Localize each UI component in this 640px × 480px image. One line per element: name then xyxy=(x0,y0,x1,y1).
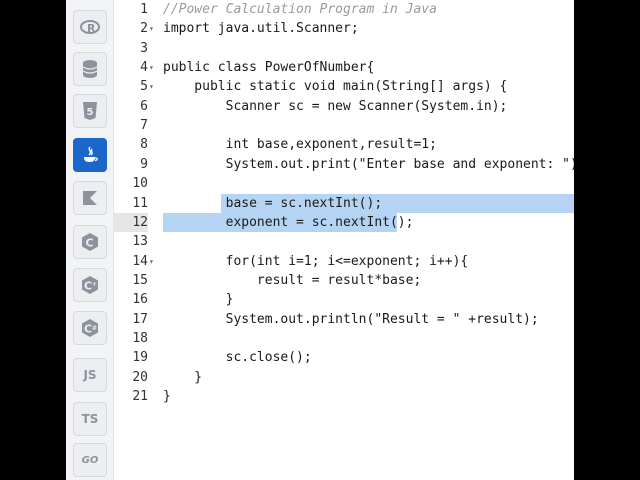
code-text: public class PowerOfNumber{ xyxy=(163,60,375,76)
code-text: int base,exponent,result=1; xyxy=(163,137,437,153)
code-text: result = result*base; xyxy=(163,272,422,288)
line-number: 9 xyxy=(140,156,148,172)
code-text: System.out.print("Enter base and exponen… xyxy=(163,156,574,172)
fold-toggle-icon[interactable]: ▾ xyxy=(149,19,159,38)
code-line[interactable]: 1 //Power Calculation Program in Java xyxy=(114,0,574,19)
code-text: base = sc.nextInt(); xyxy=(163,195,383,211)
c-icon[interactable]: C xyxy=(73,225,107,259)
go-label: GO xyxy=(81,454,99,466)
code-line[interactable]: 2 ▾ import java.util.Scanner; xyxy=(114,19,574,38)
line-number: 15 xyxy=(132,272,148,288)
go-icon[interactable]: GO xyxy=(73,443,107,477)
code-line[interactable]: 15 result = result*base; xyxy=(114,271,574,290)
database-icon[interactable] xyxy=(73,52,107,86)
code-text: import java.util.Scanner; xyxy=(163,21,359,37)
fold-toggle-icon[interactable]: ▾ xyxy=(149,77,159,96)
r-icon[interactable]: R xyxy=(73,10,107,44)
code-text: for(int i=1; i<=exponent; i++){ xyxy=(163,253,469,269)
line-number: 18 xyxy=(132,330,148,346)
svg-text:C: C xyxy=(84,323,92,336)
language-sidebar: R 5 C C + C # JS TS GO xyxy=(66,0,114,480)
line-number: 3 xyxy=(140,40,148,56)
line-number: 12 xyxy=(114,212,148,232)
code-line[interactable]: 13 xyxy=(114,232,574,251)
code-line[interactable]: 10 xyxy=(114,174,574,193)
line-number: 2 xyxy=(140,21,148,37)
code-line[interactable]: 17 System.out.println("Result = " +resul… xyxy=(114,310,574,329)
code-line[interactable]: 19 sc.close(); xyxy=(114,348,574,367)
code-editor[interactable]: 1//Power Calculation Program in Java 2 ▾ im… xyxy=(114,0,574,480)
app-frame: R 5 C C + C # JS TS GO 1//Power Calculatio… xyxy=(66,0,574,480)
line-number: 14 xyxy=(132,253,148,269)
fold-toggle-icon[interactable]: ▾ xyxy=(149,252,159,271)
java-icon[interactable] xyxy=(73,138,107,172)
csharp-icon[interactable]: C # xyxy=(73,311,107,345)
line-number: 20 xyxy=(132,369,148,385)
line-number: 21 xyxy=(132,389,148,404)
svg-text:C: C xyxy=(86,237,94,250)
code-text: //Power Calculation Program in Java xyxy=(163,2,437,17)
code-text: } xyxy=(163,389,171,404)
code-text: exponent = sc.nextInt(); xyxy=(163,214,414,230)
code-text: } xyxy=(163,292,234,308)
code-line[interactable]: 12 exponent = sc.nextInt(); xyxy=(114,212,574,232)
code-text: System.out.println("Result = " +result); xyxy=(163,311,539,327)
code-line[interactable]: 6 Scanner sc = new Scanner(System.in); xyxy=(114,97,574,116)
ts-icon[interactable]: TS xyxy=(73,402,107,436)
code-line[interactable]: 5 ▾ public static void main(String[] args… xyxy=(114,77,574,96)
svg-text:+: + xyxy=(92,281,97,288)
svg-text:#: # xyxy=(92,325,97,332)
code-text: public static void main(String[] args) { xyxy=(163,79,508,95)
code-text: sc.close(); xyxy=(163,350,312,366)
line-number: 10 xyxy=(132,176,148,192)
line-number: 1 xyxy=(140,2,148,17)
code-line[interactable]: 9 System.out.print("Enter base and expon… xyxy=(114,155,574,174)
code-line[interactable]: 21} xyxy=(114,387,574,406)
code-line[interactable]: 20 } xyxy=(114,368,574,387)
cpp-icon[interactable]: C + xyxy=(73,268,107,302)
line-number: 11 xyxy=(132,195,148,211)
line-number: 5 xyxy=(140,79,148,95)
svg-text:R: R xyxy=(87,22,96,35)
code-line[interactable]: 7 xyxy=(114,116,574,135)
kotlin-icon[interactable] xyxy=(73,181,107,215)
code-line[interactable]: 18 xyxy=(114,329,574,348)
code-line[interactable]: 3 xyxy=(114,39,574,58)
line-number: 8 xyxy=(140,137,148,153)
fold-toggle-icon[interactable]: ▾ xyxy=(149,58,159,77)
line-number: 7 xyxy=(140,118,148,134)
ts-label: TS xyxy=(81,412,99,426)
line-number: 17 xyxy=(132,311,148,327)
code-text: Scanner sc = new Scanner(System.in); xyxy=(163,98,508,114)
js-icon[interactable]: JS xyxy=(73,358,107,392)
line-number: 16 xyxy=(132,292,148,308)
code-line[interactable]: 14 ▾ for(int i=1; i<=exponent; i++){ xyxy=(114,252,574,271)
code-line[interactable]: 16 } xyxy=(114,290,574,309)
code-line[interactable]: 8 int base,exponent,result=1; xyxy=(114,135,574,154)
line-number: 19 xyxy=(132,350,148,366)
html5-icon[interactable]: 5 xyxy=(73,94,107,128)
line-number: 13 xyxy=(132,234,148,250)
code-line[interactable]: 4 ▾ public class PowerOfNumber{ xyxy=(114,58,574,77)
svg-text:5: 5 xyxy=(87,107,94,118)
code-line[interactable]: 11 base = sc.nextInt(); xyxy=(114,193,574,213)
line-number: 6 xyxy=(140,98,148,114)
svg-text:C: C xyxy=(84,280,92,293)
js-label: JS xyxy=(83,368,97,382)
line-number: 4 xyxy=(140,60,148,76)
code-text: } xyxy=(163,369,203,385)
